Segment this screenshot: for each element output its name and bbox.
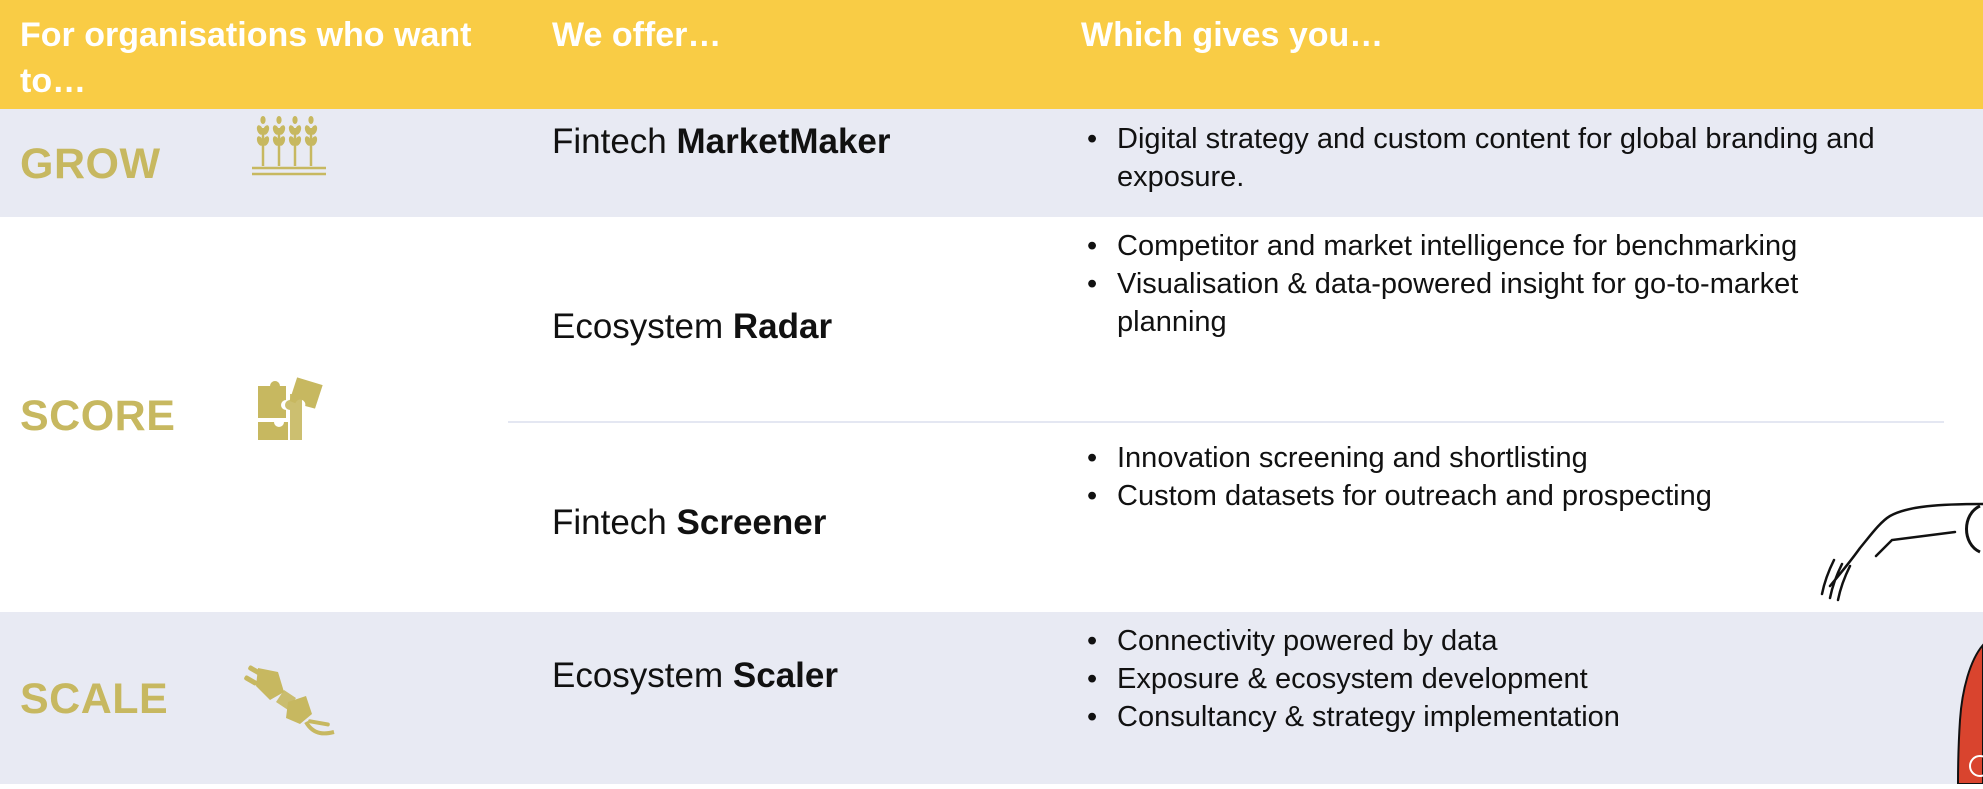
benefit-item: Innovation screening and shortlisting	[1084, 439, 1964, 477]
wheat-icon	[250, 114, 330, 187]
offering-prefix: Ecosystem	[552, 656, 724, 695]
benefits-list-marketmaker: Digital strategy and custom content for …	[1084, 120, 1964, 196]
table-header: For organisations who want to… We offer……	[0, 0, 1983, 109]
benefit-item: Digital strategy and custom content for …	[1084, 120, 1964, 196]
offering-prefix: Fintech	[552, 503, 667, 542]
goal-score: SCORE	[20, 392, 176, 440]
benefit-item: Competitor and market intelligence for b…	[1084, 227, 1964, 265]
benefit-item: Visualisation & data-powered insight for…	[1084, 265, 1877, 341]
benefits-list-radar: Competitor and market intelligence for b…	[1084, 227, 1964, 341]
goal-grow: GROW	[20, 140, 161, 188]
row-divider	[508, 421, 1944, 423]
offering-name: MarketMaker	[676, 122, 891, 161]
offering-screener: Fintech Screener	[552, 503, 826, 543]
header-col-benefits: Which gives you…	[1081, 16, 1384, 54]
offering-marketmaker: Fintech MarketMaker	[552, 122, 891, 162]
header-col-goal: For organisations who want to…	[20, 16, 472, 100]
offering-prefix: Fintech	[552, 122, 667, 161]
offering-radar: Ecosystem Radar	[552, 307, 832, 347]
goal-scale: SCALE	[20, 675, 169, 723]
offering-prefix: Ecosystem	[552, 307, 724, 346]
plug-icon	[244, 662, 336, 741]
offering-name: Scaler	[732, 656, 838, 695]
offering-name: Radar	[732, 307, 833, 346]
header-col-offer: We offer…	[552, 16, 722, 54]
offering-scaler: Ecosystem Scaler	[552, 656, 838, 696]
puzzle-icon	[256, 374, 326, 447]
figure-illustration	[1790, 490, 1983, 789]
offering-name: Screener	[676, 503, 827, 542]
